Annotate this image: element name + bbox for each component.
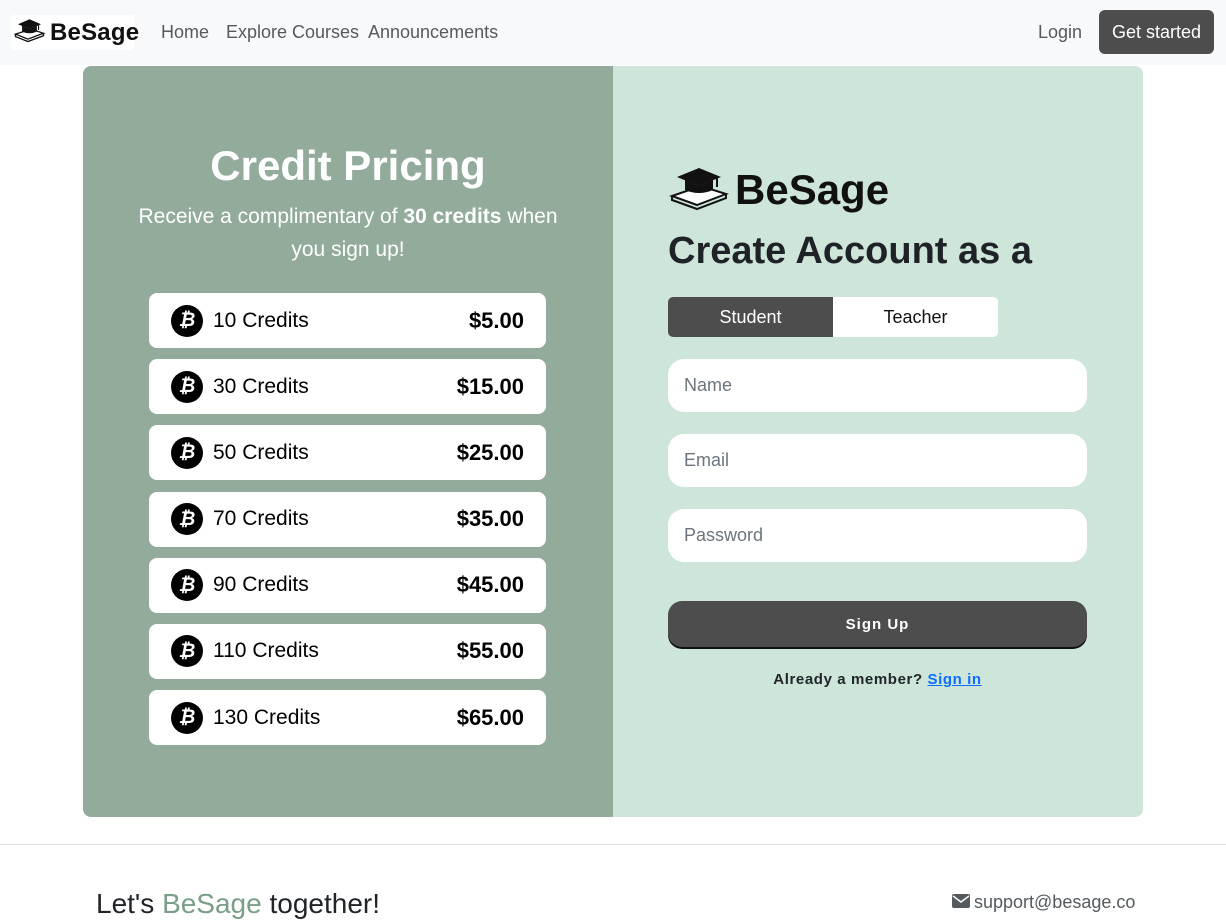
tagline-start: Let's — [96, 888, 163, 919]
tagline-brand: BeSage — [162, 888, 262, 919]
bitcoin-icon: ₿ — [171, 436, 203, 469]
subtitle-credits-bold: 30 credits — [403, 205, 502, 228]
nav-explore-courses[interactable]: Explore Courses — [226, 22, 359, 43]
bitcoin-icon: ₿ — [171, 304, 203, 337]
subtitle-text: Receive a complimentary of — [138, 205, 404, 228]
price-item: ₿ 130 Credits $65.00 — [149, 690, 546, 746]
footer-tagline: Let's BeSage together! — [96, 888, 380, 920]
price-item: ₿ 50 Credits $25.00 — [149, 425, 546, 481]
role-toggle: Student Teacher — [668, 297, 998, 337]
graduation-cap-book-icon — [668, 162, 730, 217]
price-item: ₿ 70 Credits $35.00 — [149, 491, 546, 547]
price-item: ₿ 90 Credits $45.00 — [149, 557, 546, 613]
pricing-subtitle: Receive a complimentary of 30 credits wh… — [123, 200, 573, 266]
credit-pricing-panel: Credit Pricing Receive a complimentary o… — [83, 66, 613, 817]
bitcoin-icon: ₿ — [171, 370, 203, 403]
name-input[interactable] — [668, 359, 1087, 412]
credit-amount: 110 Credits — [213, 639, 319, 663]
nav-announcements[interactable]: Announcements — [368, 22, 498, 43]
pricing-title: Credit Pricing — [210, 142, 486, 189]
credit-price: $35.00 — [456, 506, 524, 532]
brand-logo[interactable]: BeSage — [11, 15, 139, 50]
password-input[interactable] — [668, 509, 1087, 562]
sign-in-link[interactable]: Sign in — [928, 671, 982, 688]
bitcoin-icon: ₿ — [171, 701, 203, 734]
get-started-button[interactable]: Get started — [1099, 10, 1214, 54]
credit-amount: 10 Credits — [213, 308, 309, 332]
tagline-end: together! — [261, 888, 381, 919]
credit-amount: 70 Credits — [213, 507, 309, 531]
price-item: ₿ 10 Credits $5.00 — [149, 293, 546, 348]
already-member-text: Already a member? Sign in — [668, 671, 1087, 688]
create-account-title: Create Account as a — [668, 230, 1032, 272]
price-item: ₿ 110 Credits $55.00 — [149, 623, 546, 679]
envelope-icon — [952, 892, 974, 913]
nav-home[interactable]: Home — [161, 22, 209, 43]
signup-brand-name: BeSage — [735, 165, 890, 213]
credit-price: $55.00 — [456, 638, 524, 664]
footer-email[interactable]: support@besage.co — [952, 892, 1135, 913]
credit-price: $45.00 — [456, 572, 524, 598]
brand-name: BeSage — [50, 18, 140, 46]
credit-amount: 50 Credits — [213, 440, 309, 464]
navbar: BeSage Home Explore Courses Announcement… — [0, 0, 1226, 65]
credit-price: $15.00 — [456, 373, 524, 399]
bitcoin-icon: ₿ — [171, 635, 203, 668]
credit-price: $5.00 — [468, 307, 524, 333]
credit-amount: 30 Credits — [213, 374, 309, 398]
bitcoin-icon: ₿ — [171, 503, 203, 536]
credit-price: $25.00 — [456, 439, 524, 465]
login-link[interactable]: Login — [1038, 22, 1082, 43]
price-item: ₿ 30 Credits $15.00 — [149, 359, 546, 415]
sign-up-button[interactable]: Sign Up — [668, 601, 1087, 647]
bitcoin-icon: ₿ — [171, 569, 203, 602]
credit-price: $65.00 — [456, 704, 524, 730]
role-teacher-button[interactable]: Teacher — [833, 297, 998, 337]
member-prompt: Already a member? — [773, 671, 923, 688]
credit-amount: 90 Credits — [213, 573, 309, 597]
role-student-button[interactable]: Student — [668, 297, 833, 337]
email-address[interactable]: support@besage.co — [974, 892, 1135, 913]
credit-amount: 130 Credits — [213, 705, 321, 729]
price-list: ₿ 10 Credits $5.00 ₿ 30 Credits $15.00 ₿… — [149, 293, 546, 756]
footer-divider — [0, 844, 1226, 845]
email-input[interactable] — [668, 434, 1087, 487]
signup-brand-logo: BeSage — [668, 162, 890, 217]
graduation-cap-book-icon — [13, 16, 46, 49]
